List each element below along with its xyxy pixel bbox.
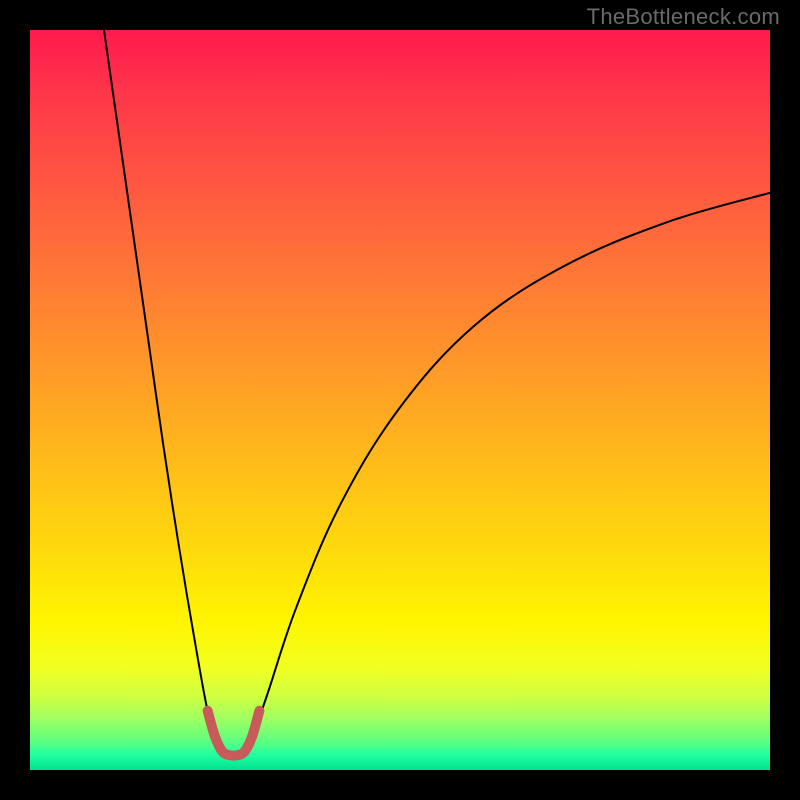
watermark-text: TheBottleneck.com bbox=[587, 4, 780, 30]
plot-area bbox=[30, 30, 770, 770]
chart-svg bbox=[30, 30, 770, 770]
curve-left-descent bbox=[104, 30, 219, 748]
chart-frame: TheBottleneck.com bbox=[0, 0, 800, 800]
curve-valley-emphasis bbox=[208, 711, 260, 756]
curve-right-ascent bbox=[248, 193, 770, 748]
